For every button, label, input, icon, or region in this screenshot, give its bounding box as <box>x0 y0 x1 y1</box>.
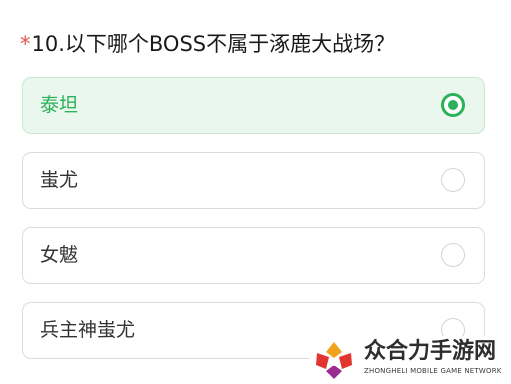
radio-dot-icon <box>448 100 458 110</box>
watermark-title: 众合力手游网 <box>364 339 497 364</box>
watermark-subtitle: ZHONGHELI MOBILE GAME NETWORK <box>364 367 502 375</box>
option-label: 兵主神蚩尤 <box>40 319 136 341</box>
question-title: *10.以下哪个BOSS不属于涿鹿大战场？ <box>20 30 395 58</box>
option-3[interactable]: 女魃 <box>22 227 485 284</box>
option-label: 泰坦 <box>40 94 79 116</box>
option-2[interactable]: 蚩尤 <box>22 152 485 209</box>
option-label: 女魃 <box>40 244 79 266</box>
required-asterisk: * <box>20 32 31 56</box>
question-text: 10.以下哪个BOSS不属于涿鹿大战场？ <box>31 32 396 56</box>
option-1[interactable]: 泰坦 <box>22 77 485 134</box>
option-label: 蚩尤 <box>40 169 79 191</box>
site-watermark: 众合力手游网 ZHONGHELI MOBILE GAME NETWORK <box>309 336 511 384</box>
quiz-page: *10.以下哪个BOSS不属于涿鹿大战场？ 泰坦 蚩尤 女魃 兵主神蚩尤 众合力… <box>0 0 511 384</box>
radio-button[interactable] <box>441 243 465 267</box>
radio-button[interactable] <box>441 168 465 192</box>
zhongheli-logo-icon <box>316 342 352 379</box>
radio-button-selected[interactable] <box>441 93 465 117</box>
